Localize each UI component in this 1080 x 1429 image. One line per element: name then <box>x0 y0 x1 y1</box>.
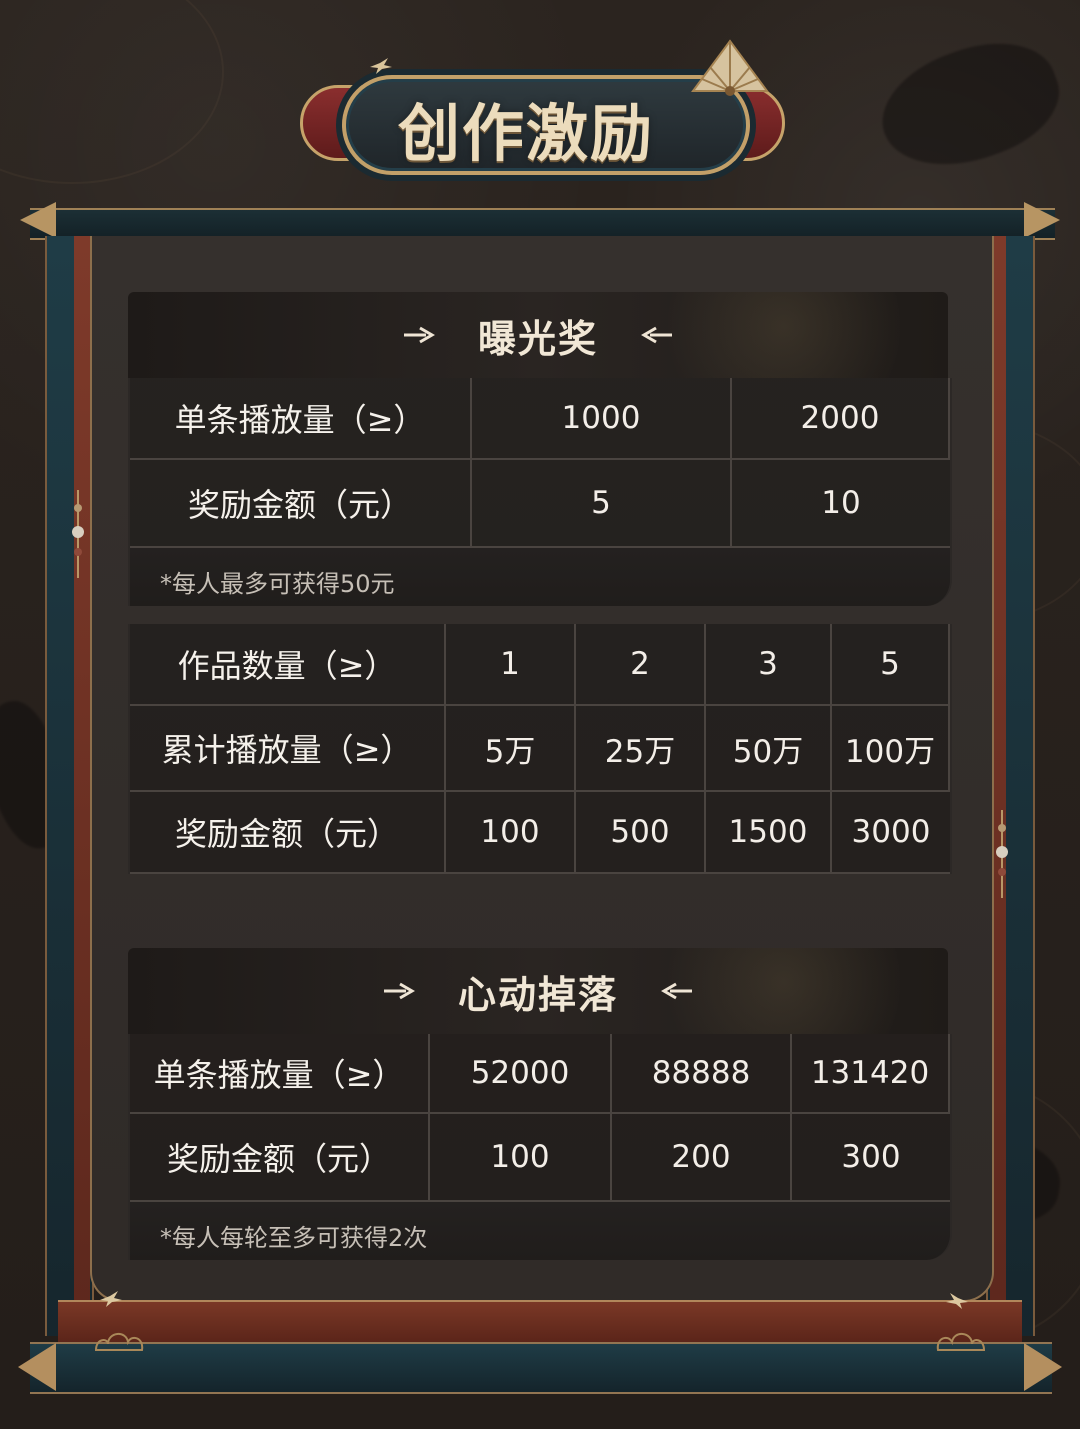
swallow-icon <box>100 1291 122 1307</box>
table-cell: 50万 <box>706 706 832 792</box>
table-cell: 5 <box>832 624 950 706</box>
heart-section-header: 心动掉落 <box>128 948 948 1034</box>
table-cell: 5 <box>472 460 732 548</box>
table-cell: 累计播放量（≥） <box>130 706 446 792</box>
charm-icon <box>72 490 84 578</box>
page-title: 创作激励 <box>398 97 655 170</box>
table-cell: 100万 <box>832 706 950 792</box>
cloud-corner-icon <box>936 1333 986 1351</box>
table-cell: 2000 <box>732 378 950 460</box>
reward-poster: 创作激励 曝光奖 单条播放量（≥） 1000 2000 奖励金额（元） 5 10… <box>0 0 1080 1429</box>
frame-bottom-rail <box>30 1342 1052 1394</box>
arrow-left-icon <box>661 982 692 1000</box>
exposure-section-title: 曝光奖 <box>477 315 598 361</box>
exposure-table-2: 作品数量（≥） 1 2 3 5 累计播放量（≥） 5万 25万 50万 100万… <box>128 624 952 874</box>
table-cell: 25万 <box>576 706 706 792</box>
table-cell: 单条播放量（≥） <box>130 378 472 460</box>
table-cell: 52000 <box>430 1034 612 1114</box>
table-cell: 300 <box>792 1114 950 1202</box>
arrow-right-icon <box>383 982 415 1000</box>
exposure-note-bar: *每人最多可获得50元 <box>128 548 952 606</box>
charm-icon <box>996 810 1008 898</box>
table-cell: 1000 <box>472 378 732 460</box>
title-banner: 创作激励 <box>300 39 785 175</box>
table-cell: 1500 <box>706 792 832 874</box>
table-cell: 作品数量（≥） <box>130 624 446 706</box>
frame-bottom <box>58 1300 1022 1346</box>
table-cell: 100 <box>430 1114 612 1202</box>
exposure-note: *每人最多可获得50元 <box>160 570 395 598</box>
table-cell: 3 <box>706 624 832 706</box>
heart-note-bar: *每人每轮至多可获得2次 <box>128 1202 952 1260</box>
table-cell: 500 <box>576 792 706 874</box>
arrow-left-icon <box>641 326 672 344</box>
table-cell: 3000 <box>832 792 950 874</box>
exposure-title-row: 曝光奖 <box>128 292 948 378</box>
table-cell: 1 <box>446 624 576 706</box>
heart-table: 单条播放量（≥） 52000 88888 131420 奖励金额（元） 100 … <box>128 1034 952 1202</box>
fan-icon <box>691 39 769 96</box>
table-cell: 200 <box>612 1114 792 1202</box>
frame-inner-left <box>74 236 90 1321</box>
table-cell: 88888 <box>612 1034 792 1114</box>
swallow-icon <box>370 58 392 74</box>
table-cell: 单条播放量（≥） <box>130 1034 430 1114</box>
exposure-section-header: 曝光奖 <box>128 292 948 378</box>
heart-section-title: 心动掉落 <box>457 971 618 1017</box>
table-cell: 5万 <box>446 706 576 792</box>
table-cell: 131420 <box>792 1034 950 1114</box>
arrow-right-icon <box>403 326 435 344</box>
table-cell: 100 <box>446 792 576 874</box>
cloud-corner-icon <box>94 1333 144 1351</box>
swallow-icon <box>946 1293 968 1309</box>
background-swirl <box>0 0 224 184</box>
table-cell: 奖励金额（元） <box>130 460 472 548</box>
table-cell: 奖励金额（元） <box>130 1114 430 1202</box>
flower-shadow <box>866 22 1074 188</box>
table-cell: 10 <box>732 460 950 548</box>
exposure-table-1: 单条播放量（≥） 1000 2000 奖励金额（元） 5 10 <box>128 378 952 548</box>
table-cell: 奖励金额（元） <box>130 792 446 874</box>
table-cell: 2 <box>576 624 706 706</box>
heart-title-row: 心动掉落 <box>128 948 948 1034</box>
heart-note: *每人每轮至多可获得2次 <box>160 1224 428 1252</box>
